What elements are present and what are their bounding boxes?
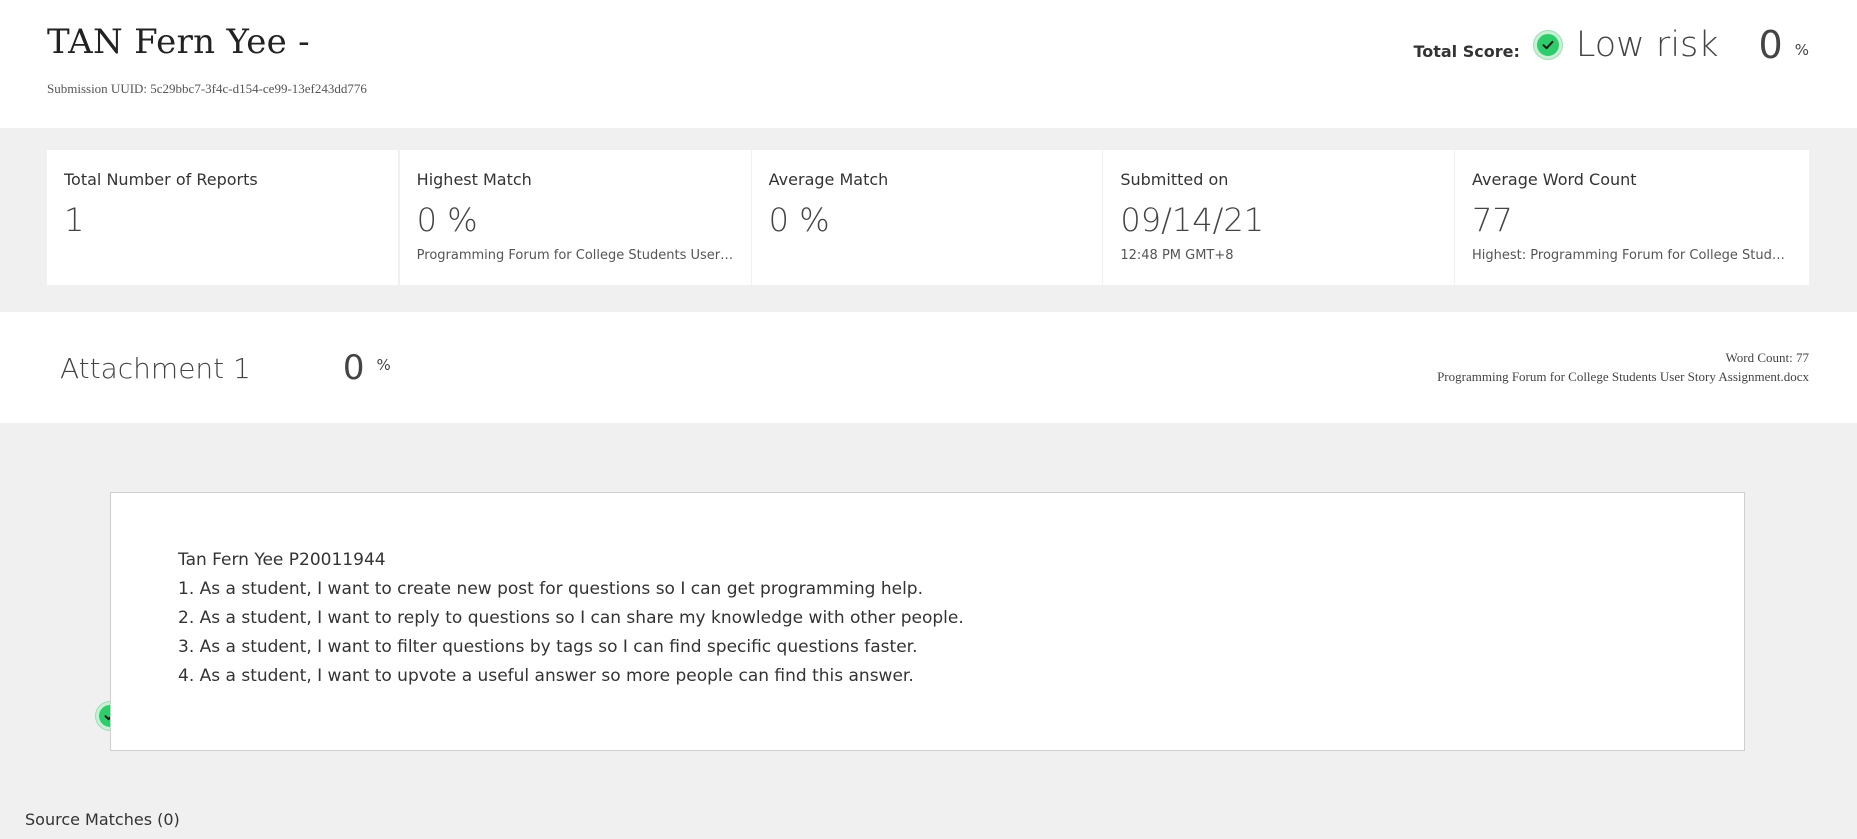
- stat-sub: Highest: Programming Forum for College S…: [1472, 248, 1793, 263]
- stat-value: 77: [1472, 201, 1513, 239]
- stat-sub: 12:48 PM GMT+8: [1120, 248, 1234, 263]
- stat-average-match: Average Match 0 %: [751, 150, 1103, 285]
- stat-highest-match: Highest Match 0 % Programming Forum for …: [399, 150, 751, 285]
- attachment-score-unit: %: [376, 356, 391, 374]
- stat-average-word-count: Average Word Count 77 Highest: Programmi…: [1455, 150, 1810, 285]
- stat-label: Submitted on: [1120, 170, 1229, 189]
- attachment-summary: Attachment 1 0 %: [48, 348, 391, 730]
- stat-label: Average Word Count: [1472, 170, 1637, 189]
- submission-uuid: Submission UUID: 5c29bbc7-3f4c-d154-ce99…: [47, 81, 367, 96]
- total-score-unit: %: [1794, 41, 1809, 59]
- document-line: 2. As a student, I want to reply to ques…: [178, 608, 964, 628]
- check-circle-icon: [1533, 31, 1562, 59]
- stat-label: Total Number of Reports: [64, 170, 258, 189]
- total-score: Total Score: Low risk 0 %: [1413, 18, 1809, 72]
- total-score-value: 0: [1758, 23, 1783, 67]
- attachment-name: Attachment 1: [60, 351, 251, 385]
- stat-label: Highest Match: [416, 170, 532, 189]
- attachment-score: 0: [342, 348, 365, 388]
- total-score-label: Total Score:: [1413, 41, 1520, 61]
- attachment-filename: Programming Forum for College Students U…: [1437, 369, 1809, 384]
- stat-value: 0 %: [768, 201, 830, 239]
- document-preview: Tan Fern Yee P20011944 1. As a student, …: [110, 492, 1745, 751]
- stat-value: 0 %: [416, 201, 478, 239]
- attachment-word-count: Word Count: 77: [1725, 350, 1809, 365]
- stat-total-reports: Total Number of Reports 1: [47, 150, 398, 285]
- document-line: 4. As a student, I want to upvote a usef…: [178, 666, 914, 686]
- page-title: TAN Fern Yee -: [47, 22, 310, 62]
- source-matches-heading: Source Matches (0): [25, 810, 180, 829]
- risk-level: Low risk: [1575, 25, 1719, 65]
- stats-row: Total Number of Reports 1 Highest Match …: [47, 150, 1810, 285]
- document-line: Tan Fern Yee P20011944: [178, 550, 386, 570]
- stat-label: Average Match: [768, 170, 889, 189]
- document-line: 1. As a student, I want to create new po…: [178, 579, 924, 599]
- report-header: TAN Fern Yee - Submission UUID: 5c29bbc7…: [0, 0, 1857, 128]
- attachment-row[interactable]: Attachment 1 0 % Word Count: 77 Programm…: [0, 312, 1857, 730]
- stat-value: 1: [64, 201, 85, 239]
- stat-submitted-on: Submitted on 09/14/21 12:48 PM GMT+8: [1103, 150, 1455, 285]
- stat-value: 09/14/21: [1120, 201, 1265, 239]
- stat-sub: Programming Forum for College Students U…: [416, 248, 734, 263]
- attachment-meta: Word Count: 77 Programming Forum for Col…: [1437, 348, 1809, 386]
- document-line: 3. As a student, I want to filter questi…: [178, 637, 918, 657]
